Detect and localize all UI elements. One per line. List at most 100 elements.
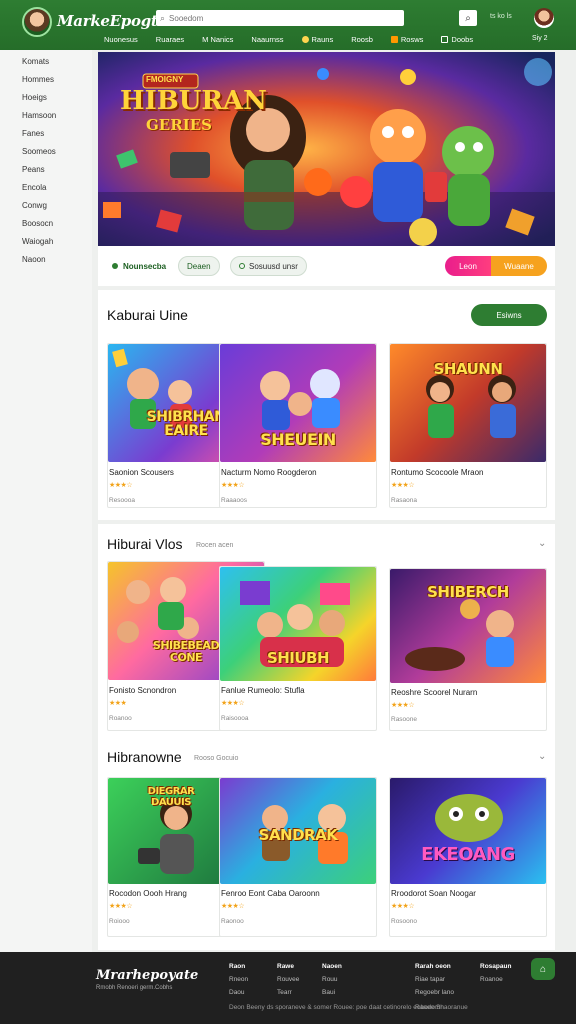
nav-item[interactable]: Roosb [351, 35, 373, 44]
footer-legal-link[interactable]: Raaee Shaoranue [415, 1004, 468, 1011]
nav-right-link[interactable]: Siy 2 [532, 35, 548, 42]
sidebar-item[interactable]: Hommes [22, 75, 54, 84]
coin-icon [301, 36, 309, 43]
radio-icon [239, 263, 245, 269]
section-subtitle: Rocen acen [196, 542, 234, 549]
filter-chip[interactable]: Deaen [178, 256, 220, 276]
sidebar-item[interactable]: Komats [22, 57, 49, 66]
game-card[interactable]: SHIBERCH Reoshre Scoorel Nurarn ★★★☆ Ras… [389, 568, 547, 731]
footer: Mrarhepoyate Rmobh Renoeri germ.Cobhs Ra… [0, 952, 576, 1024]
nav-label: M Nanics [202, 35, 234, 44]
footer-link[interactable]: Regoebr lano [415, 986, 454, 999]
rating-stars: ★★★☆ [221, 482, 245, 489]
game-thumbnail: SHAUNN [390, 344, 546, 462]
footer-link[interactable]: Rouvee [277, 973, 299, 986]
game-section: Kaburai Uine Esiwns SHIBRHAN EAIRE Saoni… [98, 290, 555, 520]
nav-item[interactable]: Rauns [301, 35, 334, 44]
nav-item[interactable]: Rosws [390, 35, 423, 44]
chat-icon[interactable]: ⌂ [531, 958, 555, 980]
footer-link[interactable]: Tearr [277, 986, 299, 999]
filter-bar: Nounsecba Deaen Sosuusd unsr Leon Wuaane [98, 246, 555, 286]
rating-stars: ★★★ [109, 700, 127, 707]
footer-link[interactable]: Baui [322, 986, 342, 999]
logo-mascot-icon[interactable] [22, 7, 52, 37]
game-card[interactable]: SHAUNN Rontumo Scocoole Mraon ★★★☆ Rasao… [389, 343, 547, 508]
rating-stars: ★★★☆ [391, 702, 415, 709]
filter-chip-active[interactable]: Nounsecba [104, 256, 175, 276]
search-icon: ⌕ [465, 12, 471, 24]
chip-label: Deaen [187, 261, 211, 271]
see-all-button[interactable]: Esiwns [471, 304, 547, 326]
game-name: Reoshre Scoorel Nurarn [391, 688, 478, 697]
top-header: MarkeEpogte ⌕ ⌕ ts ko ls Nuonesus Ruarae… [0, 0, 576, 50]
filter-chip[interactable]: Sosuusd unsr [230, 256, 307, 276]
site-logo[interactable]: MarkeEpogte [57, 12, 167, 30]
footer-link[interactable]: Rneon [229, 973, 248, 986]
game-meta: Raaaoos [221, 497, 248, 504]
hero-banner[interactable]: FMOIGNY HIBURAN GERIES [98, 52, 555, 246]
game-card[interactable]: EKEOANG Rroodorot Soan Noogar ★★★☆ Rosoo… [389, 777, 547, 937]
nav-item[interactable]: Naaurnss [251, 35, 283, 44]
chevron-down-icon[interactable]: ⌄ [538, 538, 546, 549]
footer-legal-text: Deon Beeny ds sporaneve & somer Rouee: p… [229, 1004, 445, 1011]
nav-label: Naaurnss [251, 35, 284, 44]
sidebar-item[interactable]: Naoon [22, 255, 46, 264]
game-section: Hiburai Vlos Rocen acen ⌄ SHIBEBEAD CONE… [98, 524, 555, 742]
sidebar-item[interactable]: Soomeos [22, 147, 56, 156]
thumbnail-art [112, 348, 192, 429]
footer-link[interactable]: Rouu [322, 973, 342, 986]
thumbnail-title: SHAUNN [433, 360, 503, 378]
game-thumbnail: SHIUBH [220, 567, 376, 681]
game-section: Hibranowne Rooso Gocuio ⌄ DIEGRAR DAUUIS… [98, 742, 555, 950]
footer-column: Rarah oeon Riae tapar Regoebr lano [415, 960, 454, 999]
grid-icon [441, 36, 449, 43]
pink-toggle-button[interactable]: Leon [445, 256, 491, 276]
search-button[interactable]: ⌕ [459, 10, 477, 26]
footer-column: Raon Rneon Daou [229, 960, 248, 999]
game-name: Fonisto Scnondron [109, 686, 177, 695]
search-bar[interactable]: ⌕ [156, 10, 404, 26]
hero-title: HIBURAN [120, 86, 267, 116]
game-card[interactable]: SANDRAK Fenroo Eont Caba Oaroonn ★★★☆ Ra… [219, 777, 377, 937]
game-meta: Rasoone [391, 716, 418, 723]
game-thumbnail: SANDRAK [220, 778, 376, 884]
footer-column-heading: Naoen [322, 963, 342, 970]
game-meta: Roanoo [109, 715, 132, 722]
rating-stars: ★★★☆ [221, 700, 245, 707]
nav-label: Ruaraes [155, 35, 185, 44]
game-name: Fenroo Eont Caba Oaroonn [221, 889, 320, 898]
game-card[interactable]: SHIUBH Fanlue Rumeolo: Stufla ★★★☆ Raiso… [219, 566, 377, 731]
game-meta: Raisoooa [221, 715, 249, 722]
chevron-down-icon[interactable]: ⌄ [538, 751, 546, 762]
nav-label: Rauns [311, 35, 334, 44]
user-avatar[interactable] [534, 8, 554, 28]
top-links[interactable]: ts ko ls [490, 13, 512, 20]
footer-link[interactable]: Roanoe [480, 973, 511, 986]
nav-item[interactable]: M Nanics [202, 35, 233, 44]
footer-link[interactable]: Riae tapar [415, 973, 454, 986]
thumbnail-art [435, 794, 503, 842]
sidebar-item[interactable]: Peans [22, 165, 45, 174]
sidebar-item[interactable]: Conwg [22, 201, 47, 210]
nav-item[interactable]: Doobs [441, 35, 473, 44]
sidebar-item[interactable]: Hoeigs [22, 93, 47, 102]
section-title: Hibranowne [107, 749, 182, 765]
chip-label: Sosuusd unsr [249, 261, 298, 271]
sidebar-item[interactable]: Waiogah [22, 237, 53, 246]
sidebar-item[interactable]: Boosocn [22, 219, 53, 228]
sidebar-item[interactable]: Hamsoon [22, 111, 56, 120]
rating-stars: ★★★☆ [391, 903, 415, 910]
orange-toggle-button[interactable]: Wuaane [491, 256, 547, 276]
game-thumbnail: EKEOANG [390, 778, 546, 884]
game-card[interactable]: SHEUEIN Nacturm Nomo Roogderon ★★★☆ Raaa… [219, 343, 377, 508]
gift-icon [390, 36, 398, 43]
footer-logo[interactable]: Mrarhepoyate [96, 968, 198, 983]
search-input[interactable] [169, 13, 370, 23]
sidebar-item[interactable]: Fanes [22, 129, 44, 138]
nav-label: Nuonesus [104, 35, 138, 44]
nav-item[interactable]: Ruaraes [156, 35, 184, 44]
nav-item[interactable]: Nuonesus [104, 35, 138, 44]
sidebar-item[interactable]: Encola [22, 183, 46, 192]
footer-link[interactable]: Daou [229, 986, 248, 999]
section-title: Hiburai Vlos [107, 536, 183, 552]
